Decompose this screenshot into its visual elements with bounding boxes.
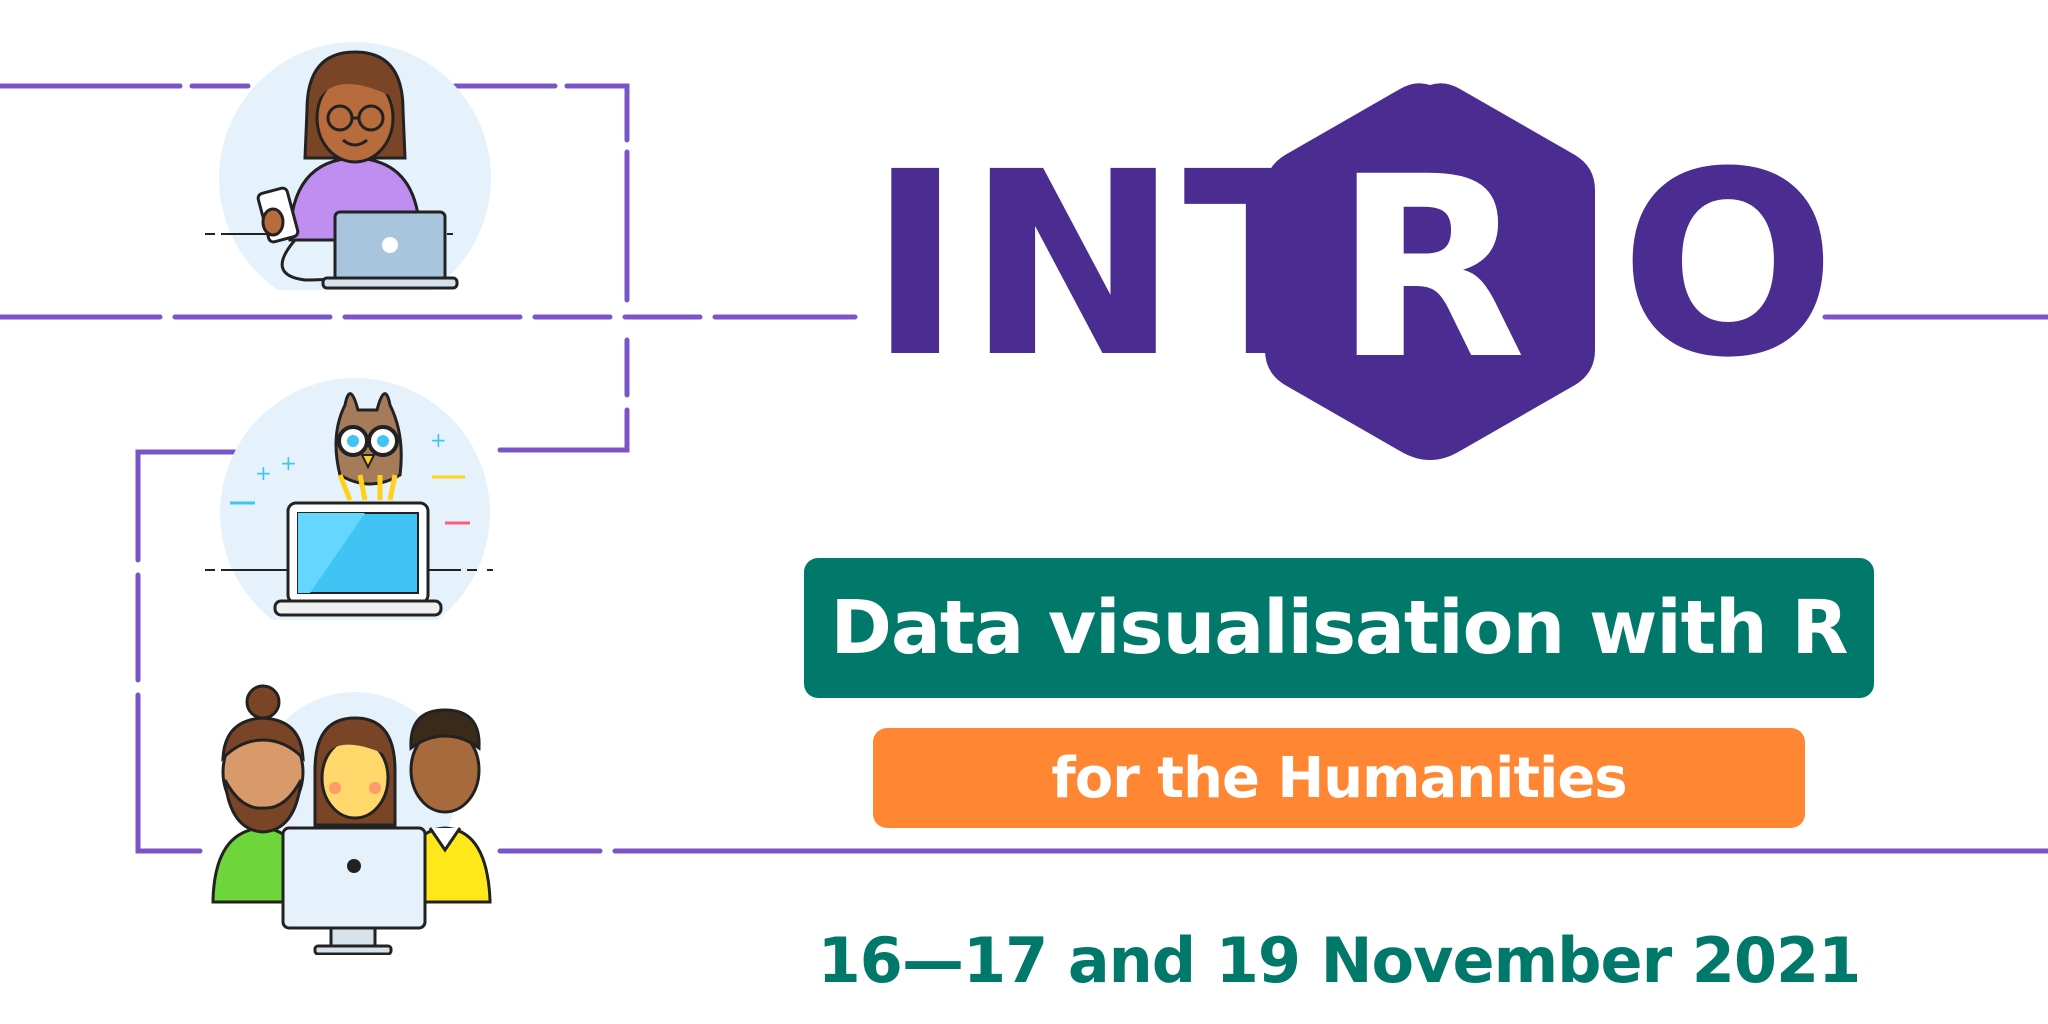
svg-text:+: + [280, 451, 297, 475]
event-date: 16—17 and 19 November 2021 [817, 924, 1862, 997]
logo-hexagon: R [1255, 75, 1605, 465]
title-banner: Data visualisation with R [804, 558, 1874, 698]
logo-suffix: O [1620, 117, 1840, 413]
owl-on-laptop-illustration: + + + [205, 378, 505, 620]
title-text: Data visualisation with R [830, 585, 1849, 671]
group-at-computer-illustration [211, 684, 492, 955]
woman-with-phone-and-laptop-illustration [205, 42, 505, 290]
svg-text:+: + [255, 461, 272, 485]
subtitle-banner: for the Humanities [873, 728, 1805, 828]
logo-hex-letter: R [1333, 122, 1527, 414]
subtitle-text: for the Humanities [1051, 745, 1627, 811]
svg-text:+: + [430, 428, 447, 452]
